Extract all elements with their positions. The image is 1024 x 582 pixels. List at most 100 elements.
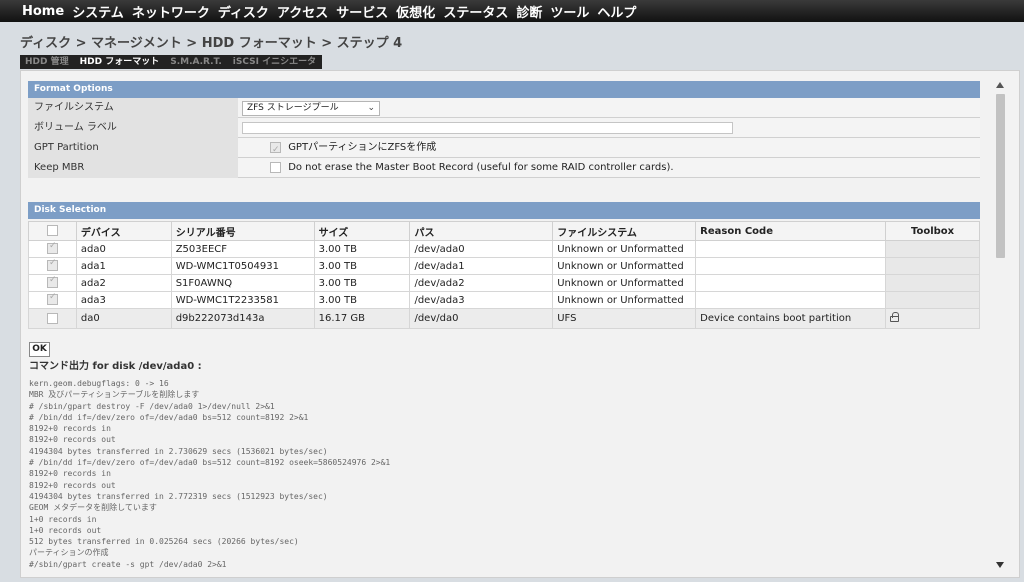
path-cell: /dev/ada2	[409, 274, 554, 292]
filesystem-cell: Unknown or Unformatted	[552, 240, 697, 258]
size-cell: 3.00 TB	[313, 291, 411, 309]
tab-iscsi-initiator[interactable]: iSCSI イニシエータ	[228, 55, 322, 69]
row-select-cell	[28, 240, 77, 258]
row-select-cell	[28, 274, 77, 292]
column-size: サイズ	[313, 221, 411, 241]
nav-home[interactable]: Home	[22, 4, 64, 19]
size-cell: 16.17 GB	[313, 308, 411, 329]
disk-table-header: デバイス シリアル番号 サイズ パス ファイルシステム Reason Code …	[28, 221, 980, 241]
tab-hdd-management[interactable]: HDD 管理	[20, 55, 75, 69]
row-checkbox[interactable]	[46, 241, 58, 255]
toolbox-cell	[885, 291, 980, 309]
row-select-cell	[28, 291, 77, 309]
toolbox-cell	[885, 257, 980, 275]
row-checkbox[interactable]	[46, 275, 58, 289]
top-navigation: Home システム ネットワーク ディスク アクセス サービス 仮想化 ステータ…	[0, 0, 1024, 22]
filesystem-cell: Unknown or Unformatted	[552, 274, 697, 292]
row-select-cell	[28, 308, 77, 329]
row-checkbox[interactable]	[46, 292, 58, 306]
output-line: 8192+0 records out	[29, 480, 116, 490]
row-checkbox[interactable]	[46, 312, 58, 324]
nav-access[interactable]: アクセス	[277, 2, 328, 21]
keep-mbr-label: Keep MBR	[28, 158, 238, 178]
device-cell: ada0	[75, 240, 172, 258]
device-cell: ada1	[75, 257, 172, 275]
size-cell: 3.00 TB	[313, 240, 411, 258]
device-cell: da0	[75, 308, 172, 329]
command-output-title: コマンド出力 for disk /dev/ada0 :	[29, 361, 202, 372]
vertical-scrollbar[interactable]	[994, 78, 1006, 568]
keep-mbr-row: Keep MBR Do not erase the Master Boot Re…	[28, 158, 980, 178]
scroll-down-arrow-icon[interactable]	[996, 562, 1004, 568]
reason-cell	[695, 274, 887, 292]
size-cell: 3.00 TB	[313, 257, 411, 275]
keep-mbr-text: Do not erase the Master Boot Record (use…	[288, 162, 674, 173]
path-cell: /dev/ada0	[409, 240, 554, 258]
output-line: 512 bytes transferred in 0.025264 secs (…	[29, 537, 299, 547]
tab-smart[interactable]: S.M.A.R.T.	[165, 55, 228, 69]
output-line: 8192+0 records in	[29, 469, 111, 479]
device-cell: ada2	[75, 274, 172, 292]
chevron-down-icon: ⌄	[367, 103, 375, 113]
nav-network[interactable]: ネットワーク	[132, 2, 210, 21]
serial-cell: WD-WMC1T2233581	[170, 291, 315, 309]
scroll-up-arrow-icon[interactable]	[996, 82, 1004, 88]
nav-virtualization[interactable]: 仮想化	[396, 2, 435, 21]
filesystem-cell: Unknown or Unformatted	[552, 291, 697, 309]
nav-help[interactable]: ヘルプ	[597, 2, 636, 21]
nav-system[interactable]: システム	[72, 2, 124, 21]
volume-label-input[interactable]	[242, 122, 733, 134]
table-row: ada2 S1F0AWNQ 3.00 TB /dev/ada2 Unknown …	[28, 274, 980, 292]
path-cell: /dev/ada1	[409, 257, 554, 275]
keep-mbr-value: Do not erase the Master Boot Record (use…	[240, 158, 980, 178]
disk-selection-header: Disk Selection	[28, 202, 980, 219]
toolbox-cell	[885, 240, 980, 258]
output-line: #/sbin/gpart create -s gpt /dev/ada0 2>&…	[29, 559, 227, 569]
output-line: 1+0 records in	[29, 514, 97, 524]
serial-cell: d9b222073d143a	[170, 308, 315, 329]
nav-disks[interactable]: ディスク	[218, 2, 269, 21]
column-serial: シリアル番号	[170, 221, 315, 241]
output-line: 4194304 bytes transferred in 2.772319 se…	[29, 491, 328, 501]
lock-icon	[890, 312, 900, 322]
reason-cell: Device contains boot partition	[695, 308, 887, 329]
reason-cell	[695, 291, 887, 309]
column-filesystem: ファイルシステム	[552, 221, 697, 241]
nav-tools[interactable]: ツール	[550, 2, 589, 21]
select-all-checkbox[interactable]	[46, 225, 58, 237]
path-cell: /dev/da0	[409, 308, 554, 329]
toolbox-cell	[885, 274, 980, 292]
gpt-partition-row: GPT Partition GPTパーティションにZFSを作成	[28, 138, 980, 160]
output-line: # /sbin/gpart destroy -F /dev/ada0 1>/de…	[29, 401, 275, 411]
gpt-partition-checkbox[interactable]	[270, 140, 281, 160]
output-line: GEOM メタデータを削除しています	[29, 503, 157, 513]
reason-cell	[695, 240, 887, 258]
output-line: # /bin/dd if=/dev/zero of=/dev/ada0 bs=5…	[29, 458, 391, 468]
nav-status[interactable]: ステータス	[443, 2, 508, 21]
serial-cell: WD-WMC1T0504931	[170, 257, 315, 275]
output-line: 8192+0 records in	[29, 424, 111, 434]
serial-cell: Z503EECF	[170, 240, 315, 258]
disk-table: デバイス シリアル番号 サイズ パス ファイルシステム Reason Code …	[28, 221, 980, 329]
output-line: MBR 及びパーティションテーブルを削除します	[29, 390, 200, 400]
row-checkbox[interactable]	[46, 258, 58, 272]
column-device: デバイス	[75, 221, 172, 241]
column-path: パス	[409, 221, 554, 241]
filesystem-label: ファイルシステム	[28, 98, 238, 118]
table-row: da0 d9b222073d143a 16.17 GB /dev/da0 UFS…	[28, 308, 980, 329]
output-line: # /bin/dd if=/dev/zero of=/dev/ada0 bs=5…	[29, 412, 309, 422]
keep-mbr-checkbox[interactable]	[270, 161, 281, 173]
device-cell: ada3	[75, 291, 172, 309]
output-line: 4194304 bytes transferred in 2.730629 se…	[29, 446, 328, 456]
reason-cell	[695, 257, 887, 275]
volume-label-label: ボリューム ラベル	[28, 118, 238, 138]
scroll-thumb[interactable]	[996, 94, 1005, 258]
ok-button[interactable]: OK	[29, 342, 50, 357]
toolbox-cell	[885, 308, 980, 329]
output-line: 1+0 records out	[29, 525, 102, 535]
tab-hdd-format[interactable]: HDD フォーマット	[75, 55, 166, 69]
nav-services[interactable]: サービス	[336, 2, 388, 21]
breadcrumb: ディスク > マネージメント > HDD フォーマット > ステップ 4	[20, 36, 403, 51]
nav-diagnostics[interactable]: 診断	[516, 2, 542, 21]
filesystem-select[interactable]: ZFS ストレージプール ⌄	[242, 101, 380, 116]
